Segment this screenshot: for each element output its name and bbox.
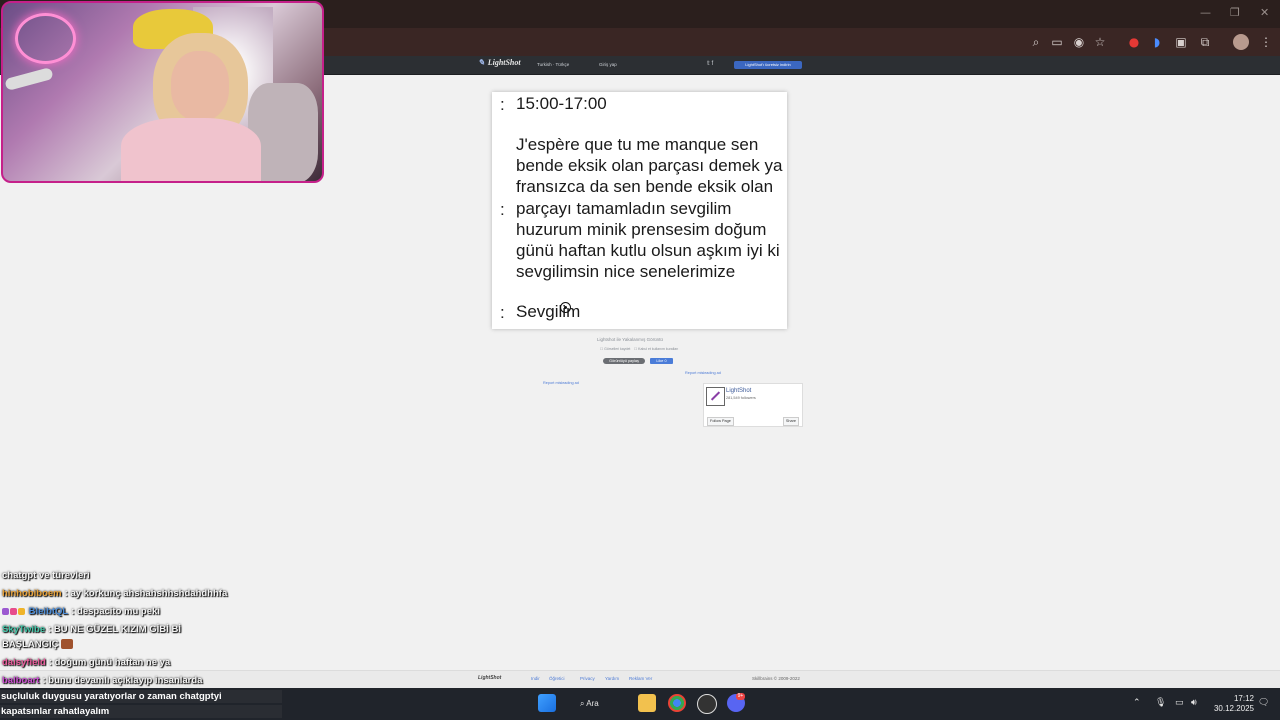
zoom-icon[interactable]: ⌕ [1028,34,1044,50]
follow-page-button[interactable]: Follow Page [707,417,734,426]
caption-line-1: suçluluk duygusu yaratıyorlar o zaman ch… [0,690,282,703]
chat-message: SkyTwibe: BU NE GÜZEL KIZIM GİBİ Bİ [2,624,181,635]
share-image-button[interactable]: Görüntüyü paylaş [603,358,645,364]
copyright-text: Skillbrains © 2009-2022 [752,676,800,681]
caption-line-2: kapatsınlar rahatlayalım [0,705,282,718]
chat-badge-icon [18,607,25,615]
row-colon: : [500,303,505,322]
download-button[interactable]: LightShot'ı ücretsiz indirin [734,61,802,69]
eye-off-icon[interactable]: ◉ [1071,34,1087,50]
chat-message: balboart: bunu devamlı açıklayıp insanla… [2,675,202,686]
obs-icon[interactable] [697,694,717,714]
chat-message: BAŞLANGIÇ [2,639,74,650]
chat-message: daisyfield: doğum günü haftan ne ya [2,657,170,668]
chat-text: chatgpt ve türevleri [2,570,90,581]
screenshot-image: : 15:00-17:00 : J'espère que tu me manqu… [492,92,787,329]
language-selector[interactable]: Turkish · Türkçe [537,62,569,67]
taskbar-search[interactable]: ⌕ Ara [580,694,625,713]
fb-followers: 281,549 followers [726,396,756,400]
social-links[interactable]: 𝕥 f [707,60,713,67]
microphone [4,66,54,92]
extensions-puzzle-icon[interactable]: ⧉ [1197,34,1213,50]
extension-red-icon[interactable]: ● [1126,34,1142,50]
bookmark-star-icon[interactable]: ☆ [1092,34,1108,50]
report-ad-link-left[interactable]: Report misleading ad [543,381,579,385]
fb-share-button[interactable]: Share [782,417,799,426]
menu-kebab-icon[interactable]: ⋮ [1258,34,1274,50]
profile-avatar[interactable] [1233,34,1249,50]
streamer-body [121,118,261,181]
image-caption: Lightshot ile Yakalanmış Görüntü [597,337,663,342]
chat-username: hinhobiboem [2,588,62,599]
report-ad-link-right[interactable]: Report misleading ad [685,371,721,375]
chat-username: BleibtQL [28,606,69,617]
lightshot-page-thumbnail[interactable] [706,387,725,406]
volume-icon[interactable]: 🔊︎ [1191,698,1197,708]
caption-option-left[interactable]: ☐ Görselleri kaydet [600,347,630,351]
extension-box-icon[interactable]: ▣ [1173,34,1189,50]
caption-option-right[interactable]: ☐ Kabul et kullanım kuralları [634,347,678,351]
clock-date: 30.12.2025 [1213,704,1254,713]
facebook-page-widget: LightShot 281,549 followers Follow Page … [703,383,803,427]
emote-icon [61,639,74,650]
file-explorer-icon[interactable] [638,694,656,712]
network-icon[interactable]: ▭ [1175,698,1184,708]
chat-text: : ay korkunç ahshahshhshdahdhhfa [64,588,228,599]
close-icon[interactable]: ✕ [1260,6,1269,19]
microphone-icon[interactable]: 🎙︎ [1155,698,1166,708]
chat-text: : BU NE GÜZEL KIZIM GİBİ Bİ [48,624,181,635]
mouse-cursor-icon [560,302,571,313]
footer-link-advertise[interactable]: Reklam Ver [629,676,652,681]
chat-message: chatgpt ve türevleri [2,570,90,581]
tray-chevron-icon[interactable]: ⌃ [1133,698,1141,708]
footer-link-privacy[interactable]: Privacy [580,676,595,681]
footer-link-tutorial[interactable]: Öğretici [549,676,565,681]
windows-start-icon[interactable] [538,694,556,712]
row-colon: : [500,200,505,219]
chrome-icon[interactable] [668,694,686,712]
message-text: J'espère que tu me manque sen bende eksi… [516,135,783,282]
lightshot-logo[interactable]: ✎ LightShot [478,58,521,67]
notification-icon[interactable]: 🗨︎ [1258,698,1269,708]
minimize-icon[interactable]: — [1200,6,1211,19]
chat-username: daisyfield [2,657,46,668]
clock-time: 17:12 [1233,694,1254,703]
chat-username: SkyTwibe [2,624,46,635]
signature-text: Sevgilim [516,302,581,321]
cast-icon[interactable]: ▭ [1049,34,1065,50]
fb-page-name[interactable]: LightShot [726,388,751,394]
streamer-face [171,51,229,121]
chat-text: : doğum günü haftan ne ya [48,657,171,668]
chat-badge-icon [2,607,9,615]
chat-text: : bunu devamlı açıklayıp insanlarda [42,675,203,686]
footer-logo[interactable]: LightShot [478,675,501,681]
time-range-text: 15:00-17:00 [516,94,607,113]
chat-badge-icon [10,607,17,615]
facebook-like-button[interactable]: Like 0 [650,358,673,364]
chat-message: BleibtQL: despacito mu peki [2,606,160,617]
footer-link-download[interactable]: Indir [531,676,540,681]
footer-link-help[interactable]: Yardım [605,676,619,681]
restore-icon[interactable]: ❐ [1230,6,1240,19]
login-link[interactable]: Giriş yap [599,62,617,67]
chat-text: : despacito mu peki [71,606,160,617]
row-colon: : [500,95,505,114]
neon-sign [15,13,76,64]
feather-icon: ✎ [478,58,485,67]
extension-audio-icon[interactable]: ◗ [1149,34,1165,50]
discord-notification-badge: 9+ [736,693,745,700]
chat-text: BAŞLANGIÇ [2,639,59,650]
streamer-webcam [1,1,324,183]
chat-username: balboart [2,675,40,686]
chat-message: hinhobiboem: ay korkunç ahshahshhshdahdh… [2,588,227,599]
taskbar-clock[interactable]: 17:12 30.12.2025 [1210,694,1254,714]
